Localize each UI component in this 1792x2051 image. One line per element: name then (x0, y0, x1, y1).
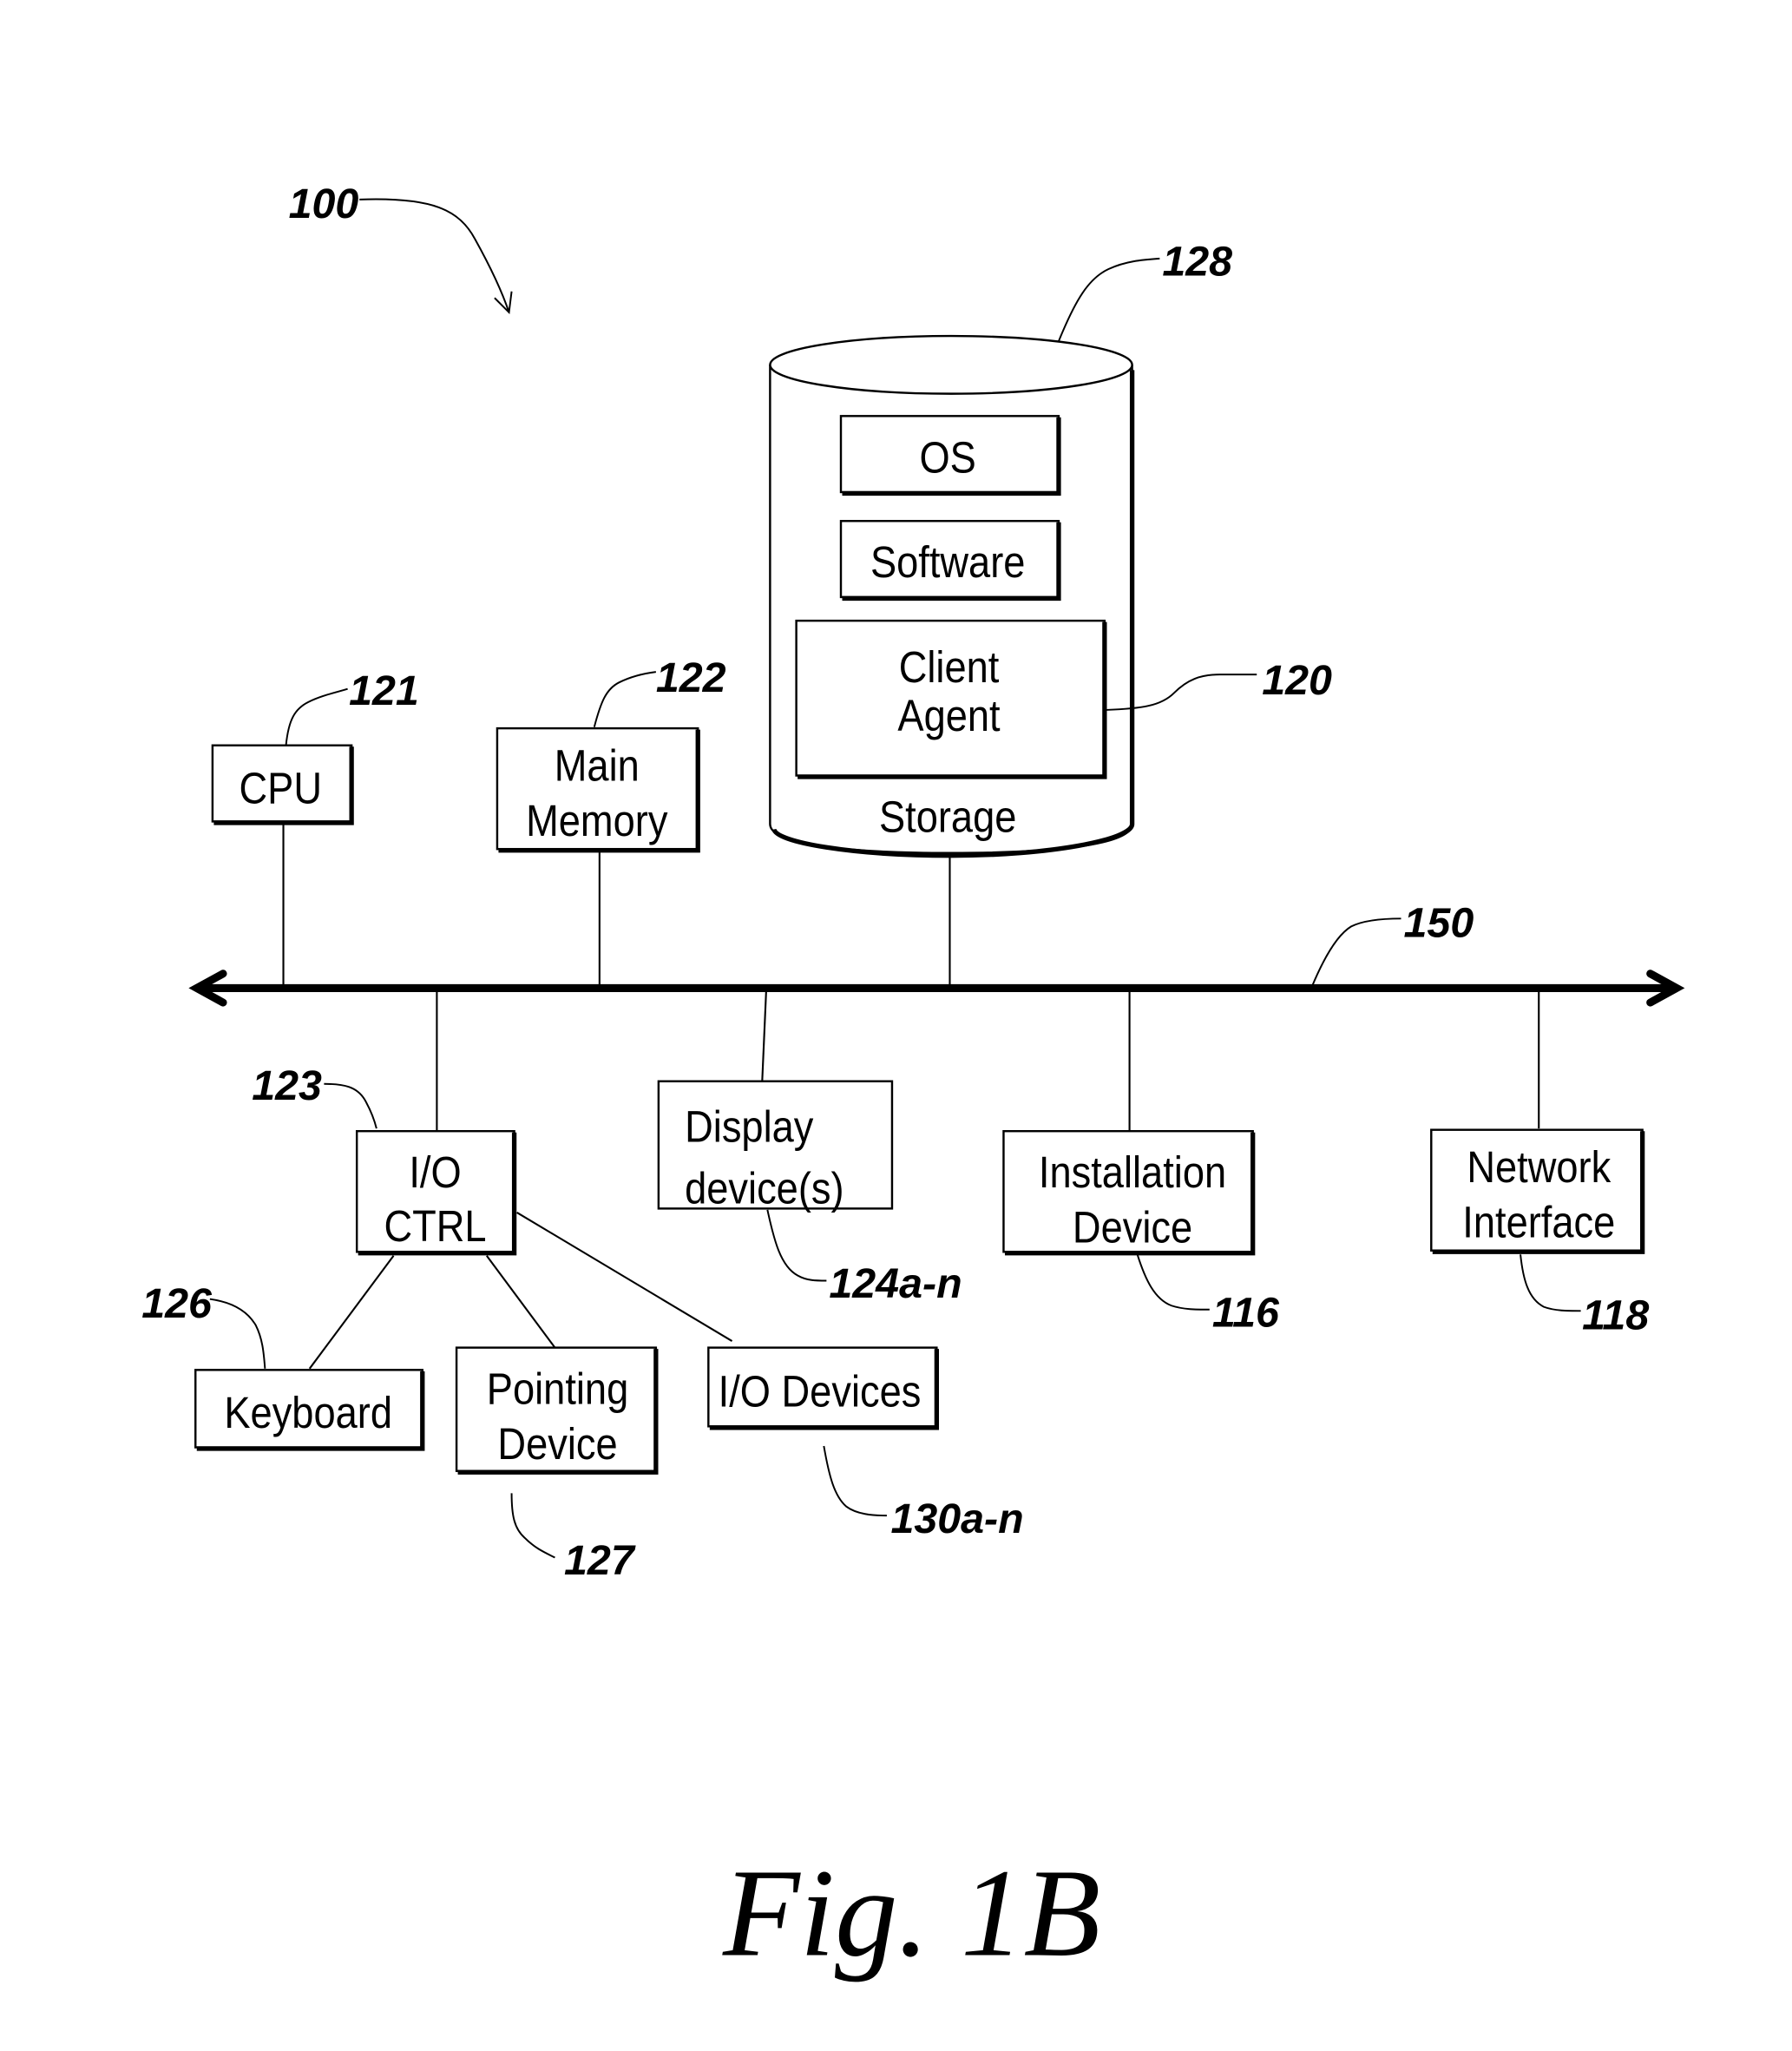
installation-device-label-line1: Installation (1039, 1148, 1226, 1198)
software-label: Software (870, 538, 1025, 588)
keyboard-ref-label: 126 (141, 1280, 213, 1327)
keyboard-block: Keyboard 126 (141, 1280, 425, 1451)
installation-device-block: Installation Device 116 (1002, 1129, 1280, 1336)
storage-cylinder-top (769, 334, 1133, 395)
os-label: OS (920, 433, 976, 483)
main-memory-label-line1: Main (555, 741, 640, 791)
io-devices-ref-label: 130a-n (890, 1496, 1023, 1542)
cpu-ref-label: 121 (349, 667, 419, 714)
installation-device-leader (1136, 1253, 1210, 1311)
display-device-label-line2: device(s) (685, 1164, 843, 1213)
keyboard-leader (209, 1298, 266, 1369)
diagram-canvas: 100 128 OS Software Client Agent 120 Sto… (141, 181, 1685, 1983)
storage-cylinder: 128 OS Software Client Agent 120 Storage (769, 239, 1332, 858)
system-reference: 100 (289, 181, 513, 314)
cpu-leader (285, 687, 348, 746)
network-interface-label-line1: Network (1467, 1142, 1611, 1192)
io-devices-block: I/O Devices 130a-n (707, 1346, 1024, 1542)
pointing-device-leader (510, 1493, 555, 1559)
pointing-device-label-line2: Device (497, 1419, 617, 1469)
display-device-ref-label: 124a-n (829, 1260, 962, 1307)
software-block: Software (839, 520, 1061, 601)
cpu-label: CPU (240, 764, 322, 813)
main-memory-leader (593, 671, 656, 727)
installation-device-ref-label: 116 (1212, 1289, 1280, 1336)
pointing-device-ref-label: 127 (564, 1537, 636, 1584)
io-devices-label: I/O Devices (719, 1367, 922, 1417)
system-arrow-curve (359, 198, 510, 313)
io-ctrl-label-line2: CTRL (384, 1202, 486, 1252)
storage-ref-label: 128 (1162, 239, 1232, 286)
io-ctrl-ref-label: 123 (252, 1062, 322, 1109)
io-ctrl-label-line1: I/O (409, 1148, 461, 1198)
io-devices-leader (823, 1445, 887, 1517)
system-ref-label: 100 (289, 181, 359, 227)
display-bus-connector (761, 991, 767, 1081)
pointing-device-label-line1: Pointing (487, 1364, 628, 1414)
main-memory-label-line2: Memory (526, 796, 668, 845)
keyboard-label: Keyboard (224, 1388, 392, 1437)
installation-device-label-line2: Device (1073, 1203, 1192, 1252)
pointing-device-block: Pointing Device 127 (455, 1346, 659, 1584)
bus-ref-label: 150 (1404, 899, 1474, 946)
storage-leader (1058, 257, 1160, 342)
io-ctrl-leader (324, 1082, 377, 1129)
network-interface-ref-label: 118 (1582, 1292, 1649, 1338)
figure-caption: Fig. 1B (722, 1844, 1100, 1983)
network-interface-leader (1520, 1254, 1581, 1312)
network-interface-label-line2: Interface (1462, 1198, 1615, 1247)
bus-leader (1310, 917, 1401, 988)
client-agent-block: Client Agent 120 (795, 619, 1332, 779)
client-agent-ref-label: 120 (1262, 657, 1332, 704)
client-agent-label-line2: Agent (897, 691, 1001, 740)
ioctrl-iodevices-connector (516, 1212, 733, 1342)
display-device-block: Display device(s) 124a-n (657, 1080, 962, 1307)
storage-label: Storage (879, 792, 1016, 842)
client-agent-label-line1: Client (899, 643, 1000, 693)
os-block: OS (839, 415, 1061, 496)
network-interface-block: Network Interface 118 (1430, 1128, 1649, 1338)
display-device-label-line1: Display (685, 1102, 814, 1152)
main-memory-ref-label: 122 (656, 654, 726, 701)
cpu-block: CPU 121 (211, 667, 419, 825)
ioctrl-keyboard-connector (308, 1255, 395, 1370)
display-device-leader (766, 1209, 827, 1282)
ioctrl-pointing-connector (485, 1255, 556, 1349)
system-bus: 150 (188, 899, 1685, 1007)
main-memory-block: Main Memory 122 (496, 654, 726, 853)
io-ctrl-block: I/O CTRL 123 (252, 1062, 517, 1256)
